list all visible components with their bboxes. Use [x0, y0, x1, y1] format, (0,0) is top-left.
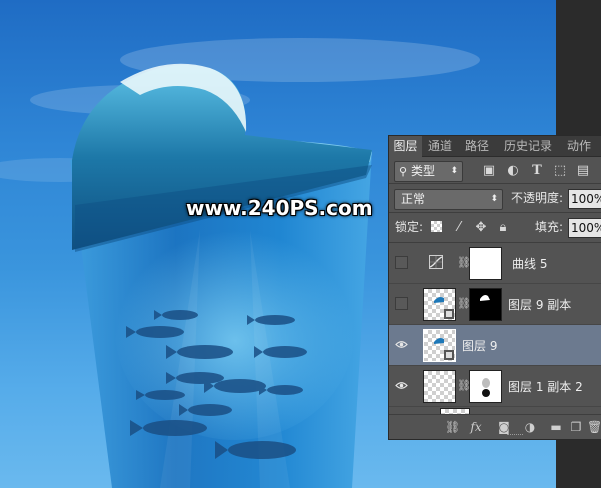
layer-mask-thumbnail[interactable]: [469, 370, 502, 403]
tab-paths[interactable]: 路径: [460, 136, 494, 156]
lock-label: 锁定:: [395, 220, 424, 234]
link-icon[interactable]: ⛓: [457, 256, 471, 269]
layer-filter-row: ⚲ 类型 ⬍ ▣ ◐ T ⬚ ▤: [389, 157, 601, 185]
fill-input[interactable]: 100%: [568, 218, 601, 238]
fill-label: 填充:: [535, 220, 564, 234]
layer-row[interactable]: ⛓ 图层 1 副本 2: [389, 366, 601, 407]
curves-adjustment-icon: [429, 255, 443, 269]
layer-row[interactable]: ⛓ 曲线 5: [389, 243, 601, 284]
blend-mode-select[interactable]: 正常 ⬍: [394, 189, 503, 210]
layer-thumbnail[interactable]: [423, 329, 456, 362]
image-filter-icon[interactable]: ▣: [481, 163, 497, 179]
layer-thumbnail[interactable]: [423, 288, 456, 321]
filter-kind-select[interactable]: ⚲ 类型 ⬍: [394, 161, 463, 182]
adjustment-filter-icon[interactable]: ◐: [505, 163, 521, 179]
smart-object-filter-icon[interactable]: ▤: [575, 163, 591, 179]
panel-tab-bar: 图层 通道 路径 历史记录 动作: [389, 136, 601, 157]
filter-kind-label: 类型: [411, 164, 436, 178]
layer-name[interactable]: 图层 9: [462, 337, 497, 354]
resize-grip[interactable]: [507, 434, 523, 438]
visibility-toggle-off[interactable]: [395, 256, 408, 269]
eye-icon[interactable]: [395, 338, 408, 351]
divider: [389, 212, 601, 213]
lock-position-move-icon[interactable]: ✥: [473, 220, 489, 236]
lock-transparency-icon[interactable]: [431, 221, 442, 232]
adjustment-icon[interactable]: ◑: [523, 420, 537, 434]
layers-panel: 图层 通道 路径 历史记录 动作 ⚲ 类型 ⬍ ▣ ◐ T ⬚ ▤ 正常 ⬍ 不…: [388, 135, 601, 440]
lock-all-icon[interactable]: 🔒︎: [495, 220, 511, 236]
eye-icon[interactable]: [395, 379, 408, 392]
layer-row[interactable]: 图层 9: [389, 325, 601, 366]
trash-icon[interactable]: 🗑︎: [587, 420, 601, 434]
layer-list: ⛓ 曲线 5 ⛓ 图层 9 副本 图层 9 ⛓ 图层 1 副本 2: [389, 243, 601, 415]
blend-opacity-row: 正常 ⬍ 不透明度: 100%: [389, 185, 601, 213]
shape-filter-icon[interactable]: ⬚: [552, 163, 568, 179]
link-icon[interactable]: ⛓: [457, 297, 471, 310]
layer-mask-thumbnail[interactable]: [469, 247, 502, 280]
layer-name[interactable]: 图层 9 副本: [508, 296, 571, 313]
search-icon: ⚲: [399, 165, 408, 178]
dropdown-arrows-icon: ⬍: [450, 166, 458, 176]
link-icon[interactable]: ⛓: [457, 379, 471, 392]
lock-fill-row: 锁定: ⁄ ✥ 🔒︎ 填充: 100%: [389, 214, 601, 242]
fx-icon[interactable]: fx: [469, 420, 483, 434]
layer-name[interactable]: 图层 1 副本 2: [508, 378, 583, 395]
layer-mask-thumbnail[interactable]: [469, 288, 502, 321]
dropdown-arrows-icon: ⬍: [490, 194, 498, 204]
layer-row[interactable]: ⛓ 图层 9 副本: [389, 284, 601, 325]
tab-history[interactable]: 历史记录: [498, 136, 558, 156]
panel-bottom-bar: ⛓ fx ◙ ◑ ▬ ❐ 🗑︎: [389, 414, 601, 439]
lock-pixels-brush-icon[interactable]: ⁄: [451, 220, 467, 236]
opacity-input[interactable]: 100%: [568, 189, 601, 209]
layer-name[interactable]: 曲线 5: [512, 255, 547, 272]
divider: [389, 183, 601, 184]
blend-mode-value: 正常: [401, 192, 426, 206]
watermark-text: www.240PS.com: [186, 196, 373, 220]
layer-thumbnail[interactable]: [423, 370, 456, 403]
new-layer-icon[interactable]: ❐: [569, 420, 583, 434]
visibility-toggle-off[interactable]: [395, 297, 408, 310]
type-filter-icon[interactable]: T: [529, 163, 545, 179]
tab-layers[interactable]: 图层: [389, 136, 422, 157]
group-folder-icon[interactable]: ▬: [549, 420, 563, 434]
add-mask-icon[interactable]: ◙: [497, 420, 511, 434]
tab-actions[interactable]: 动作: [561, 136, 597, 156]
link-icon[interactable]: ⛓: [445, 420, 460, 434]
tab-channels[interactable]: 通道: [423, 136, 457, 156]
opacity-label: 不透明度:: [511, 191, 564, 205]
